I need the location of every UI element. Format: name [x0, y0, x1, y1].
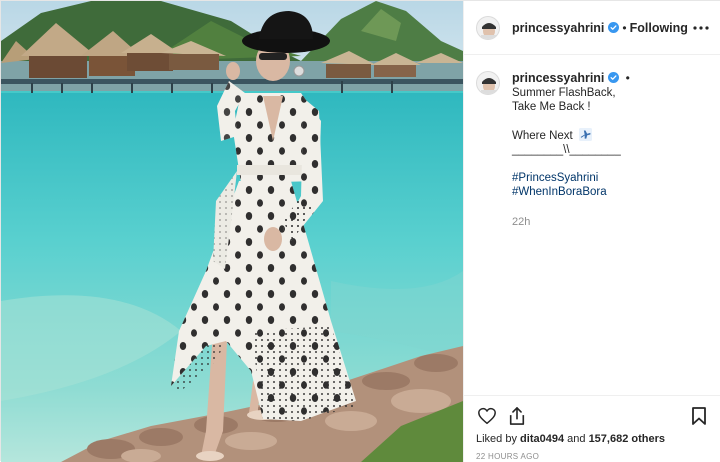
post-header: princessyahrini • Following: [464, 1, 720, 55]
likes-prefix: Liked by: [476, 433, 517, 445]
caption-relative-time[interactable]: 22h: [512, 215, 633, 229]
post-photo[interactable]: [1, 1, 463, 462]
avatar-image: [477, 16, 499, 39]
heart-icon[interactable]: [472, 401, 502, 431]
caption-author-line: princessyahrini •: [512, 71, 633, 86]
author-avatar[interactable]: [476, 15, 500, 40]
caption-avatar[interactable]: [476, 71, 500, 95]
hashtag-link[interactable]: #WhenInBoraBora: [512, 185, 633, 199]
caption-line: Take Me Back !: [512, 101, 591, 113]
caption-username[interactable]: princessyahrini: [512, 71, 604, 85]
post-timestamp[interactable]: 22 HOURS AGO: [476, 452, 539, 461]
caption-line: Summer FlashBack,: [512, 87, 616, 99]
liked-by-user-link[interactable]: dita0494: [520, 433, 564, 445]
post-caption: princessyahrini • Summer FlashBack, Take…: [476, 71, 712, 229]
photo-illustration: [1, 1, 463, 462]
action-bar: [464, 395, 720, 435]
header-separator: •: [622, 20, 627, 35]
caption-body: princessyahrini • Summer FlashBack, Take…: [512, 71, 633, 229]
hashtag-link[interactable]: #PrincesSyahrini: [512, 171, 633, 185]
caption-where-next-line: Where Next: [512, 128, 633, 143]
instagram-post: princessyahrini • Following princessyahr…: [0, 0, 720, 462]
caption-separator: •: [625, 71, 630, 85]
verified-badge-icon: [608, 22, 620, 33]
follow-status-button[interactable]: Following: [630, 21, 688, 35]
likes-joiner: and: [567, 433, 586, 445]
author-username[interactable]: princessyahrini: [512, 21, 604, 35]
post-sidebar: princessyahrini • Following princessyahr…: [463, 1, 720, 462]
verified-badge-icon: [608, 72, 620, 83]
bookmark-icon[interactable]: [684, 401, 714, 431]
avatar-image: [477, 72, 499, 94]
caption-where-next: Where Next: [512, 130, 573, 142]
likes-count-link[interactable]: 157,682 others: [589, 433, 665, 445]
share-icon[interactable]: [502, 401, 532, 431]
caption-divider: ________\\________: [512, 144, 621, 156]
airplane-emoji-icon: [578, 128, 592, 141]
likes-summary: Liked by dita0494 and 157,682 others: [476, 433, 665, 445]
more-options-icon[interactable]: [690, 17, 712, 39]
